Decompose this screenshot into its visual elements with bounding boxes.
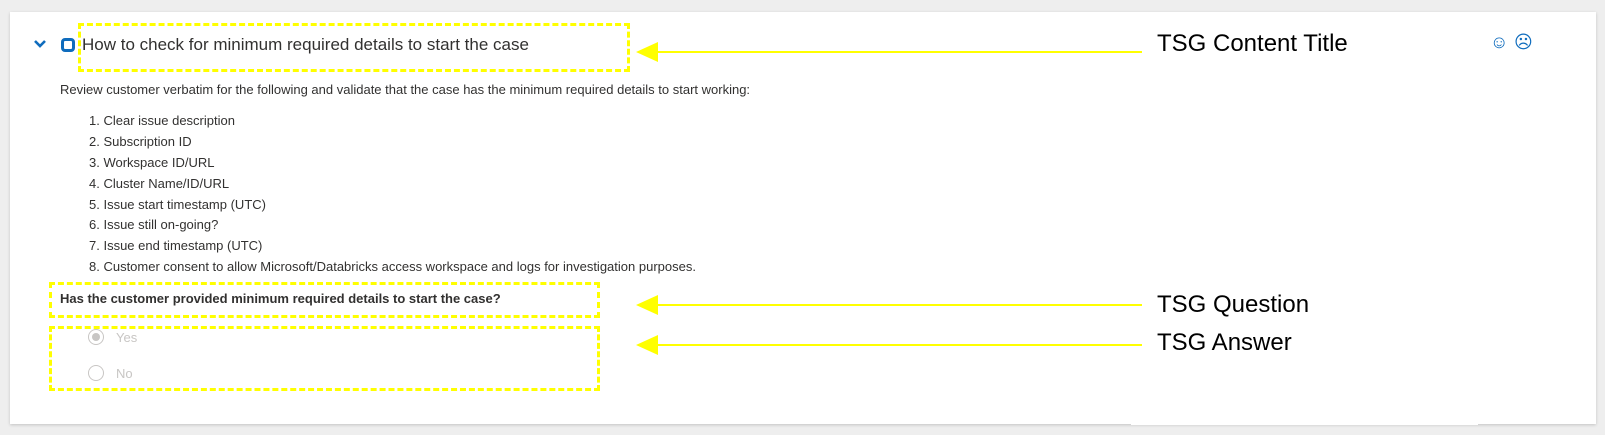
title-highlight-box <box>78 23 630 72</box>
list-item: 7. Issue end timestamp (UTC) <box>89 238 263 254</box>
list-item: 2. Subscription ID <box>89 133 192 149</box>
list-item: 6. Issue still on-going? <box>89 217 219 233</box>
frown-feedback-icon[interactable]: ☹ <box>1514 33 1533 51</box>
smile-feedback-icon[interactable]: ☺ <box>1490 33 1508 51</box>
list-item: 5. Issue start timestamp (UTC) <box>89 196 266 212</box>
requirements-list: 1. Clear issue description 2. Subscripti… <box>89 111 696 278</box>
tsg-intro-text: Review customer verbatim for the followi… <box>60 82 751 97</box>
arrow-line <box>656 344 1142 346</box>
arrow-line <box>656 51 1142 53</box>
annotation-answer-label: TSG Answer <box>1157 329 1292 356</box>
question-highlight-box <box>49 282 600 318</box>
annotation-question-label: TSG Question <box>1157 291 1310 318</box>
answer-highlight-box <box>49 326 600 391</box>
arrow-line <box>656 304 1142 306</box>
annotation-title-label: TSG Content Title <box>1157 30 1348 57</box>
status-ring-icon <box>61 38 75 52</box>
arrow-head-icon <box>636 295 658 315</box>
chevron-down-icon[interactable] <box>33 38 47 50</box>
arrow-head-icon <box>636 335 658 355</box>
list-item: 4. Cluster Name/ID/URL <box>89 175 230 191</box>
overlay-patch <box>1131 413 1478 425</box>
list-item: 8. Customer consent to allow Microsoft/D… <box>89 259 696 275</box>
list-item: 1. Clear issue description <box>89 113 235 128</box>
list-item: 3. Workspace ID/URL <box>89 154 215 170</box>
arrow-head-icon <box>636 42 658 62</box>
